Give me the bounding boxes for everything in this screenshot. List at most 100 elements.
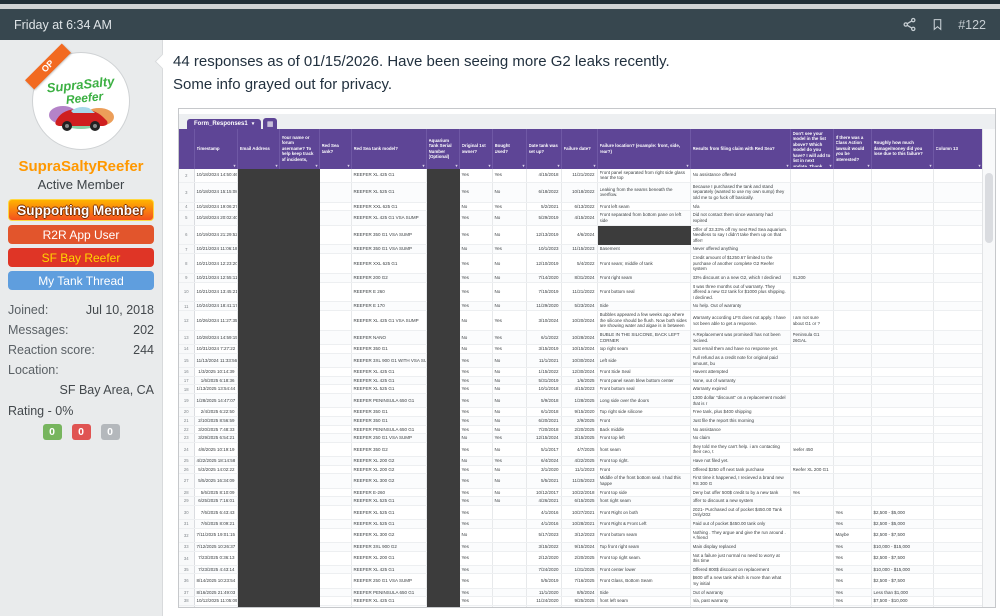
sheet-cell: [237, 169, 279, 183]
sheet-cell: REEFER E 170: [351, 302, 426, 311]
sheet-cell: [319, 597, 351, 606]
sheet-cell: 7/14/2020: [526, 273, 561, 282]
sheet-cell: [426, 605, 459, 606]
post-timestamp[interactable]: Friday at 6:34 AM: [14, 18, 902, 32]
sheet-cell: Front top side: [597, 488, 690, 497]
sheet-cell: [426, 528, 459, 542]
sheet-cell: 10/18/2024 15:15:08: [194, 182, 237, 202]
my-tank-thread-button[interactable]: My Tank Thread: [8, 271, 154, 290]
sheet-cell: [279, 225, 319, 245]
sheet-cell: [237, 245, 279, 254]
r2r-app-user-badge[interactable]: R2R App User: [8, 225, 154, 244]
sheet-cell: [871, 408, 933, 417]
stat-location: Location: SF Bay Area, CA: [8, 360, 154, 400]
share-icon[interactable]: [902, 17, 917, 32]
sheet-cell: [426, 368, 459, 377]
sheet-cell: Yes: [790, 488, 833, 497]
rating-badge-positive[interactable]: 0: [43, 424, 62, 440]
sheet-cell: REEFER XL 525 G1: [351, 520, 426, 529]
sheet-cell: 3/15/2019: [526, 345, 561, 354]
sheet-cell: REEFER XL 425 G1 VSA SUMP: [351, 311, 426, 331]
sheet-cell: 10/28/2024: [561, 331, 597, 345]
sheet-cell: 4/6/2024: [561, 225, 597, 245]
sheet-cell: [279, 442, 319, 456]
sheet-cell: $2,500 - $7,500: [871, 574, 933, 588]
sheet-cell: Yes: [492, 345, 526, 354]
sheet-cell: [279, 565, 319, 574]
sheet-cell: [279, 588, 319, 597]
filter-caret-icon: ▾: [488, 163, 490, 168]
sheet-cell: [933, 408, 982, 417]
sheet-cell: [319, 442, 351, 456]
sheet-column-header: Failure date?▾: [561, 129, 597, 169]
sheet-cell: Front separated from bottom pane on left…: [597, 211, 690, 225]
sheet-cell: 10/28/2024 14:59:15: [194, 331, 237, 345]
sheet-cell: 10/21/2024 11:06:18: [194, 245, 237, 254]
rating-badge-neutral[interactable]: 0: [101, 424, 120, 440]
sheet-cell: [237, 273, 279, 282]
supporting-member-badge[interactable]: Supporting Member: [8, 199, 154, 221]
sheet-cell: [833, 202, 871, 211]
sheet-cell: Offered 800$ discount on replacement: [690, 565, 790, 574]
sheet-cell: [319, 202, 351, 211]
sheet-cell: [933, 169, 982, 183]
sheet-cell: [279, 434, 319, 443]
sheet-cell: Side: [597, 302, 690, 311]
sheet-cell: [237, 588, 279, 597]
sheet-cell: REEFER XL 300 G2: [351, 528, 426, 542]
sheet-cell: [790, 368, 833, 377]
sheet-cell: top right seam: [597, 345, 690, 354]
sheet-cell: Free tank, plus $400 shipping: [690, 408, 790, 417]
sheet-row: 202/4/2025 6:22:50REEFER 350 G1YesNo6/1/…: [179, 408, 982, 417]
sheet-cell: [279, 505, 319, 519]
sheet-cell: [933, 465, 982, 474]
sheet-row: 317/6/2025 8:09:21REEFER XL 525 G1Yes4/1…: [179, 520, 982, 529]
sheet-row: 1010/21/2024 13:45:21REEFER E 260YesNo7/…: [179, 282, 982, 302]
sheet-cell: 1/13/2025 13:54:44: [194, 385, 237, 394]
spreadsheet-attachment-image[interactable]: Form_Responses1 ▾ ▦ Timestamp▾Email Addr…: [178, 108, 996, 608]
sheet-cell: [426, 254, 459, 274]
sheet-cell: [790, 202, 833, 211]
sheet-cell: [790, 302, 833, 311]
row-number: 18: [179, 385, 194, 394]
bookmark-icon[interactable]: [931, 17, 944, 32]
post-number[interactable]: #122: [958, 18, 986, 32]
sheet-cell: Yes: [459, 597, 492, 606]
sheet-cell: REEFER XL 300 G2: [351, 474, 426, 488]
row-number: 31: [179, 520, 194, 529]
sheet-cell: [790, 416, 833, 425]
sheet-cell: [492, 597, 526, 606]
sheet-cell: Front Right on both: [597, 505, 690, 519]
row-number: 32: [179, 528, 194, 542]
sheet-cell: 5/31/2019: [526, 376, 561, 385]
username[interactable]: SupraSaltyReefer: [8, 158, 154, 175]
sheet-cell: REEFER XL 425 G1: [351, 565, 426, 574]
sheet-cell: [790, 225, 833, 245]
sheet-cell: 12/30/2024: [561, 368, 597, 377]
sheet-cell: 4/15/2024: [561, 211, 597, 225]
sheet-cell: Side: [597, 588, 690, 597]
sheet-cell: [319, 565, 351, 574]
user-info-sidebar: SupraSalty Reefer OP SupraSaltyReefer Ac…: [0, 40, 163, 616]
sheet-cell: REEFER NANO: [351, 331, 426, 345]
rating-badges: 0 0 0: [8, 424, 154, 440]
sheet-cell: [833, 182, 871, 202]
sf-bay-reefer-badge[interactable]: SF Bay Reefer: [8, 248, 154, 267]
sheet-cell: [933, 425, 982, 434]
sheet-cell: [279, 311, 319, 331]
sheet-row: 161/3/2025 10:14:39REEFER XL 425 G1YesNo…: [179, 368, 982, 377]
sheet-cell: Yes: [492, 457, 526, 466]
sheet-cell: 2/12/2020: [526, 551, 561, 565]
sheet-cell: $7,500 - $10,000: [871, 597, 933, 606]
sheet-cell: 4/1/2016: [526, 505, 561, 519]
sheet-cell: [426, 416, 459, 425]
sheet-cell: [933, 311, 982, 331]
sheet-cell: REEFER 350 G1 VSA SUMP: [351, 245, 426, 254]
rating-badge-negative[interactable]: 0: [72, 424, 91, 440]
sheet-cell: [933, 528, 982, 542]
sheet-cell: No: [459, 311, 492, 331]
sheet-cell: [871, 353, 933, 367]
sheet-tab-form-responses: Form_Responses1 ▾: [187, 119, 261, 129]
sheet-cell: [790, 565, 833, 574]
sheet-column-header: Bought Used?▾: [492, 129, 526, 169]
